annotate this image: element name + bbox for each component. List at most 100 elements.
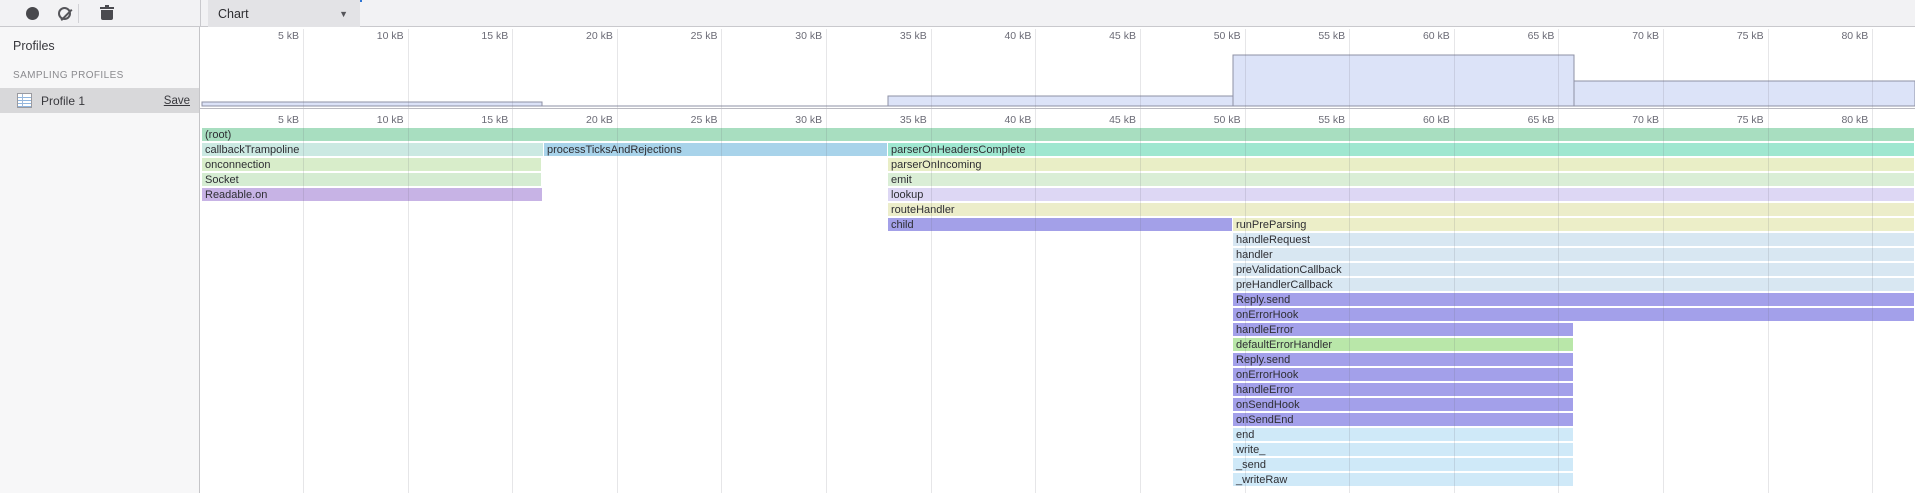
overview-minimap[interactable] [200, 43, 1915, 108]
gridline-65kB [1558, 29, 1559, 493]
tick-label-35kB: 35 kB [857, 114, 927, 126]
flame-block-root[interactable]: (root) [202, 128, 1914, 141]
flame-block-onErrorHook[interactable]: onErrorHook [1233, 368, 1573, 381]
gridline-50kB [1245, 29, 1246, 493]
flame-block-routeHandler[interactable]: routeHandler [888, 203, 1914, 216]
sidebar-section-label: SAMPLING PROFILES [13, 70, 124, 81]
gridline-70kB [1663, 29, 1664, 493]
flame-block-preValidationCallback[interactable]: preValidationCallback [1233, 263, 1914, 276]
flame-block-lookup[interactable]: lookup [888, 188, 1914, 201]
tick-label-10kB: 10 kB [334, 30, 404, 42]
tick-label-75kB: 75 kB [1694, 30, 1764, 42]
gridline-20kB [617, 29, 618, 493]
clear-icon [58, 7, 71, 20]
gridline-15kB [512, 29, 513, 493]
flame-block-end[interactable]: end [1233, 428, 1573, 441]
gridline-45kB [1140, 29, 1141, 493]
flame-block-handleRequest[interactable]: handleRequest [1233, 233, 1914, 246]
flame-block-label: _send [1236, 459, 1266, 471]
gridline-75kB [1768, 29, 1769, 493]
tick-label-55kB: 55 kB [1275, 114, 1345, 126]
flame-block-label: defaultErrorHandler [1236, 339, 1332, 351]
tick-label-50kB: 50 kB [1171, 114, 1241, 126]
flame-block-runPreParsing[interactable]: runPreParsing [1233, 218, 1914, 231]
tick-label-70kB: 70 kB [1589, 30, 1659, 42]
flame-block-label: parserOnIncoming [891, 159, 982, 171]
tick-label-5kB: 5 kB [229, 30, 299, 42]
tick-label-5kB: 5 kB [229, 114, 299, 126]
flame-block-label: lookup [891, 189, 923, 201]
view-mode-dropdown[interactable]: Chart ▼ [208, 0, 360, 27]
flame-block-onSendHook[interactable]: onSendHook [1233, 398, 1573, 411]
tick-label-40kB: 40 kB [961, 114, 1031, 126]
flame-block-onconnection[interactable]: onconnection [202, 158, 541, 171]
gridline-10kB [408, 29, 409, 493]
flame-block-label: onconnection [205, 159, 270, 171]
clear-button[interactable] [53, 3, 75, 24]
tick-label-15kB: 15 kB [438, 30, 508, 42]
flame-block-label: callbackTrampoline [205, 144, 299, 156]
tick-label-45kB: 45 kB [1066, 30, 1136, 42]
flame-block-Reply.send[interactable]: Reply.send [1233, 293, 1914, 306]
flame-block-handleError[interactable]: handleError [1233, 323, 1573, 336]
sidebar: Profiles SAMPLING PROFILES Profile 1 Sav… [0, 27, 200, 493]
flame-block-label: handleRequest [1236, 234, 1310, 246]
flame-block-handler[interactable]: handler [1233, 248, 1914, 261]
flame-block-parserOnIncoming[interactable]: parserOnIncoming [888, 158, 1914, 171]
sidebar-item-profile-1[interactable]: Profile 1 Save [0, 88, 199, 113]
profile-table-icon [17, 93, 32, 108]
flame-block-parserOnHeadersComplete[interactable]: parserOnHeadersComplete [888, 143, 1914, 156]
delete-button[interactable] [96, 3, 118, 24]
gridline-80kB [1872, 29, 1873, 493]
tick-label-65kB: 65 kB [1484, 30, 1554, 42]
tick-label-30kB: 30 kB [752, 114, 822, 126]
gridline-60kB [1454, 29, 1455, 493]
save-link[interactable]: Save [164, 95, 190, 107]
flame-block-Reply.send[interactable]: Reply.send [1233, 353, 1573, 366]
flame-block-_writeRaw[interactable]: _writeRaw [1233, 473, 1573, 486]
flame-block-callbackTrampoline[interactable]: callbackTrampoline [202, 143, 543, 156]
tick-label-60kB: 60 kB [1380, 114, 1450, 126]
tick-label-40kB: 40 kB [961, 30, 1031, 42]
record-icon [26, 7, 39, 20]
flame-block-child[interactable]: child [888, 218, 1232, 231]
gridline-25kB [721, 29, 722, 493]
flame-block-onSendEnd[interactable]: onSendEnd [1233, 413, 1573, 426]
gridline-35kB [931, 29, 932, 493]
flame-block-preHandlerCallback[interactable]: preHandlerCallback [1233, 278, 1914, 291]
flame-block-Socket[interactable]: Socket [202, 173, 541, 186]
tick-label-60kB: 60 kB [1380, 30, 1450, 42]
tick-label-10kB: 10 kB [334, 114, 404, 126]
memory-overview-area [202, 55, 1915, 106]
toolbar: Chart ▼ [0, 0, 1915, 27]
flame-block-Readable.on[interactable]: Readable.on [202, 188, 542, 201]
tick-label-20kB: 20 kB [543, 30, 613, 42]
flame-block-processTicksAndRejections[interactable]: processTicksAndRejections [544, 143, 887, 156]
tick-label-45kB: 45 kB [1066, 114, 1136, 126]
flame-block-label: parserOnHeadersComplete [891, 144, 1026, 156]
chevron-down-icon: ▼ [339, 9, 348, 19]
view-mode-label: Chart [218, 7, 249, 21]
toolbar-separator [78, 4, 79, 23]
flame-block-onErrorHook[interactable]: onErrorHook [1233, 308, 1914, 321]
flame-block-defaultErrorHandler[interactable]: defaultErrorHandler [1233, 338, 1573, 351]
flame-block-emit[interactable]: emit [888, 173, 1914, 186]
tick-label-55kB: 55 kB [1275, 30, 1345, 42]
flame-block-write_[interactable]: write_ [1233, 443, 1573, 456]
flame-graph: (root) callbackTrampoline processTicksAndR… [200, 128, 1915, 493]
ruler-flame: 5 kB10 kB15 kB20 kB25 kB30 kB35 kB40 kB4… [200, 108, 1915, 128]
record-button[interactable] [21, 3, 43, 24]
tick-label-35kB: 35 kB [857, 30, 927, 42]
gridline-5kB [303, 29, 304, 493]
tick-label-20kB: 20 kB [543, 114, 613, 126]
flame-block-handleError[interactable]: handleError [1233, 383, 1573, 396]
profiler-app: Chart ▼ Profiles SAMPLING PROFILES Profi… [0, 0, 1915, 493]
tick-label-70kB: 70 kB [1589, 114, 1659, 126]
gridline-55kB [1349, 29, 1350, 493]
flame-block-label: child [891, 219, 914, 231]
flame-block-_send[interactable]: _send [1233, 458, 1573, 471]
gridline-30kB [826, 29, 827, 493]
tick-label-80kB: 80 kB [1798, 114, 1868, 126]
trash-icon [101, 7, 113, 20]
flame-block-label: (root) [205, 129, 231, 141]
